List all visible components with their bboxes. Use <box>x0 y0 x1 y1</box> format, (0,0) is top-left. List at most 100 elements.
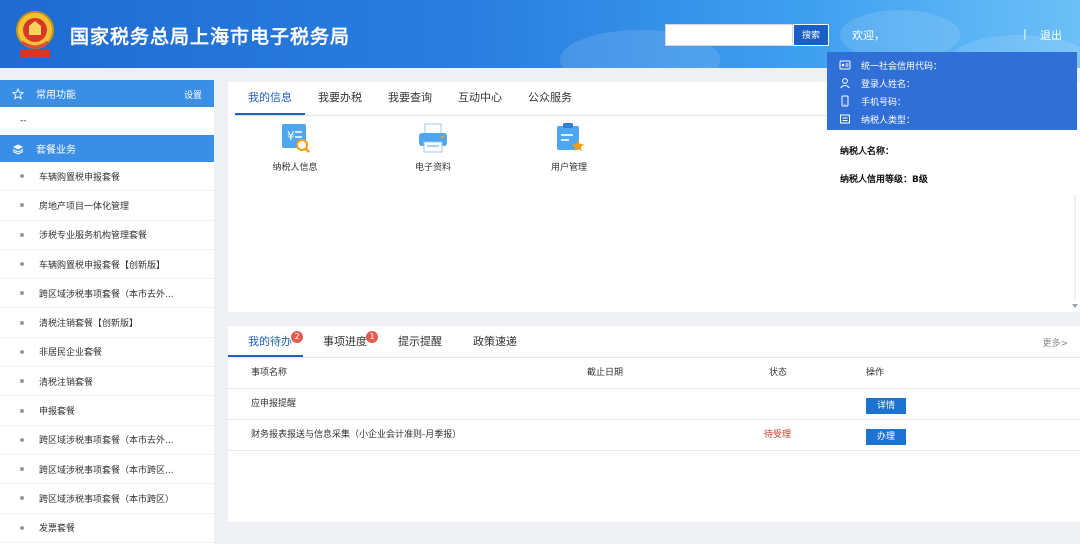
more-link[interactable]: 更多> <box>1042 336 1068 349</box>
bullet-icon <box>20 525 24 530</box>
row-name: 财务报表报送与信息采集（小企业会计准则-月季报） <box>251 430 462 440</box>
sidebar-item[interactable]: 申报套餐 <box>0 396 214 426</box>
tab-tax-handling[interactable]: 我要办税 <box>305 82 375 115</box>
process-button[interactable]: 办理 <box>866 429 906 445</box>
sidebar-item[interactable]: 跨区域涉税事项套餐（本市去外... <box>0 279 214 309</box>
panel-scrollbar[interactable] <box>1070 194 1080 312</box>
user-info-popup: 统一社会信用代码： 登录人姓名： 手机号码： 纳税人类型： <box>827 52 1077 130</box>
taxpayer-name-label: 纳税人名称： <box>840 147 895 157</box>
count-badge: 2 <box>291 331 303 343</box>
packages-header[interactable]: 套餐业务 <box>0 135 214 162</box>
sidebar-item-label: 跨区域涉税事项套餐（本市去外... <box>39 289 174 300</box>
bullet-icon <box>20 408 24 413</box>
tab-reminders[interactable]: 提示提醒 <box>378 326 453 357</box>
package-list: 车辆购置税申报套餐 房地产项目一体化管理 涉税专业服务机构管理套餐 车辆购置税申… <box>0 162 214 543</box>
app-user-management[interactable]: 用户管理 <box>529 120 609 173</box>
tab-policy[interactable]: 政策速递 <box>453 326 528 357</box>
todo-panel: 我的待办 2 事项进度 1 提示提醒 政策速递 更多> 事项名称 截止日期 状态… <box>228 326 1080 522</box>
bullet-icon <box>20 174 24 179</box>
common-functions-title: 常用功能 <box>36 90 76 101</box>
column-header-action: 操作 <box>866 368 885 378</box>
tab-interaction[interactable]: 互动中心 <box>445 82 515 115</box>
sidebar-item[interactable]: 跨区域涉税事项套餐（本市去外... <box>0 426 214 455</box>
credit-code-label: 统一社会信用代码： <box>861 61 943 72</box>
packages-title: 套餐业务 <box>36 145 76 156</box>
printer-icon <box>419 123 447 153</box>
search-button[interactable]: 搜索 <box>793 24 829 46</box>
detail-button[interactable]: 详情 <box>866 398 906 414</box>
tab-label: 事项进度 <box>323 335 367 348</box>
user-icon <box>840 78 850 89</box>
sidebar-item[interactable]: 车辆购置税申报套餐 <box>0 162 214 192</box>
sidebar-item-label: 车辆购置税申报套餐【创新版】 <box>39 260 166 271</box>
sidebar-item[interactable]: 车辆购置税申报套餐【创新版】 <box>0 250 214 280</box>
sidebar-item[interactable]: 涉税专业服务机构管理套餐 <box>0 221 214 250</box>
document-icon <box>840 114 850 124</box>
bullet-icon <box>20 379 24 384</box>
tab-my-todo[interactable]: 我的待办 2 <box>228 326 303 357</box>
tab-label: 提示提醒 <box>398 335 442 348</box>
column-header-name: 事项名称 <box>251 368 288 378</box>
svg-text:¥: ¥ <box>287 129 295 143</box>
row-name: 应申报提醒 <box>251 399 297 409</box>
column-header-status: 状态 <box>769 368 788 378</box>
sidebar-item-label: 跨区域涉税事项套餐（本市去外... <box>39 436 174 447</box>
bullet-icon <box>20 232 24 237</box>
app-label: 用户管理 <box>550 163 587 173</box>
count-badge: 1 <box>366 331 378 343</box>
welcome-text: 欢迎， <box>852 29 885 42</box>
tab-label: 政策速递 <box>473 335 517 348</box>
common-functions-header[interactable]: 常用功能 设置 <box>0 80 214 107</box>
sidebar-item[interactable]: 跨区域涉税事项套餐（本市跨区） <box>0 484 214 514</box>
table-header: 事项名称 截止日期 状态 操作 <box>228 358 1080 389</box>
tab-public-service[interactable]: 公众服务 <box>515 82 585 115</box>
bullet-icon <box>20 496 24 501</box>
sidebar-item-label: 车辆购置税申报套餐 <box>39 172 121 183</box>
tab-my-info[interactable]: 我的信息 <box>235 82 305 115</box>
main-tabs: 我的信息 我要办税 我要查询 互动中心 公众服务 <box>235 82 585 116</box>
sidebar-item-label: 跨区域涉税事项套餐（本市跨区） <box>39 494 175 505</box>
sidebar-item[interactable]: 发票套餐 <box>0 514 214 543</box>
phone-row: 手机号码： <box>827 92 1077 110</box>
login-name-row: 登录人姓名： <box>827 74 1077 92</box>
phone-label: 手机号码： <box>861 97 907 108</box>
todo-tabs: 我的待办 2 事项进度 1 提示提醒 政策速递 <box>228 326 528 357</box>
row-status: 待受理 <box>764 430 792 440</box>
bullet-icon <box>20 203 24 208</box>
settings-link[interactable]: 设置 <box>184 88 202 101</box>
header-separator: | <box>1023 27 1027 40</box>
search-input[interactable] <box>665 24 793 46</box>
sidebar-item-label: 涉税专业服务机构管理套餐 <box>39 231 148 242</box>
layers-icon <box>12 144 24 155</box>
sidebar-item[interactable]: 清税注销套餐【创新版】 <box>0 308 214 338</box>
app-taxpayer-info[interactable]: ¥ 纳税人信息 <box>255 120 335 173</box>
app-label: 纳税人信息 <box>272 163 318 173</box>
credit-level-label: 纳税人信用等级：B级 <box>840 175 928 185</box>
bullet-icon <box>20 467 24 472</box>
bullet-icon <box>20 262 24 267</box>
app-electronic-docs[interactable]: 电子资料 <box>393 120 473 173</box>
sidebar-item-label: 发票套餐 <box>39 524 76 535</box>
sidebar-item-label: 非居民企业套餐 <box>39 348 103 359</box>
user-management-icon <box>557 123 584 151</box>
logout-link[interactable]: 退出 <box>1040 27 1062 43</box>
tab-query[interactable]: 我要查询 <box>375 82 445 115</box>
sidebar: 常用功能 设置 -- 套餐业务 车辆购置税申报套餐 房地产项目一体化管理 涉税专… <box>0 80 214 544</box>
sidebar-item[interactable]: 房地产项目一体化管理 <box>0 191 214 221</box>
tab-progress[interactable]: 事项进度 1 <box>303 326 378 357</box>
star-icon <box>12 87 24 100</box>
taxpayer-type-row: 纳税人类型： <box>827 110 1077 128</box>
tab-divider <box>234 115 831 116</box>
column-header-deadline: 截止日期 <box>587 368 624 378</box>
table-row: 应申报提醒 详情 <box>228 389 1080 420</box>
app-label: 电子资料 <box>414 163 451 173</box>
sidebar-item[interactable]: 清税注销套餐 <box>0 367 214 397</box>
tax-emblem-logo <box>16 11 54 58</box>
bullet-icon <box>20 291 24 296</box>
login-name-label: 登录人姓名： <box>861 79 916 90</box>
table-row: 财务报表报送与信息采集（小企业会计准则-月季报） 待受理 办理 <box>228 420 1080 451</box>
sidebar-item[interactable]: 跨区域涉税事项套餐（本市跨区... <box>0 455 214 485</box>
bullet-icon <box>20 349 24 354</box>
id-card-icon <box>839 60 851 70</box>
sidebar-item[interactable]: 非居民企业套餐 <box>0 338 214 368</box>
